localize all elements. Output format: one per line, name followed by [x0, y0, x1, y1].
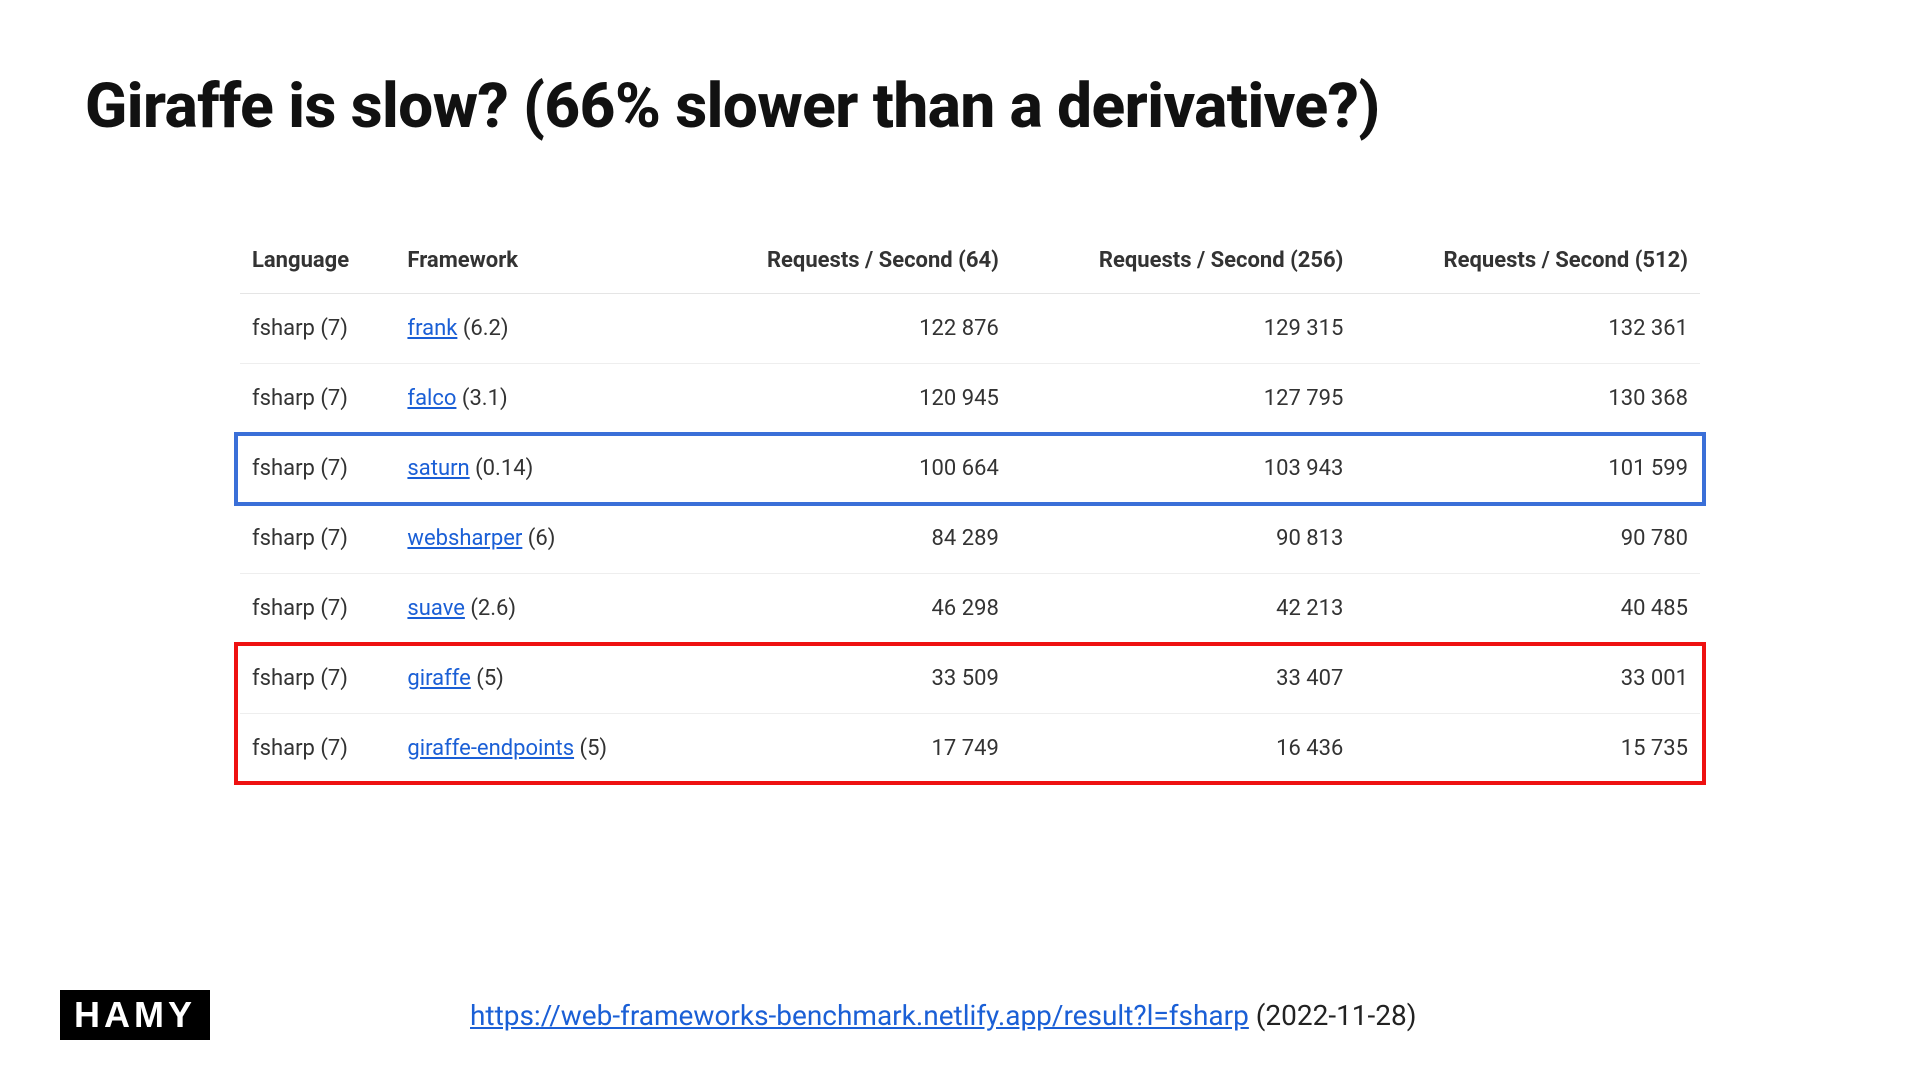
framework-link[interactable]: suave	[407, 596, 464, 621]
framework-link[interactable]: giraffe	[407, 666, 470, 691]
cell-rps512: 33 001	[1355, 644, 1700, 714]
cell-rps256: 33 407	[1011, 644, 1356, 714]
cell-framework: frank (6.2)	[395, 294, 682, 364]
cell-rps512: 15 735	[1355, 714, 1700, 784]
table-row: fsharp (7)frank (6.2)122 876129 315132 3…	[240, 294, 1700, 364]
cell-rps64: 33 509	[682, 644, 1010, 714]
source-date: (2022-11-28)	[1249, 999, 1417, 1032]
cell-framework: giraffe-endpoints (5)	[395, 714, 682, 784]
table-row: fsharp (7)giraffe-endpoints (5)17 74916 …	[240, 714, 1700, 784]
framework-version: (5)	[574, 736, 607, 761]
framework-version: (0.14)	[470, 456, 534, 481]
cell-rps64: 46 298	[682, 574, 1010, 644]
table-header-row: Language Framework Requests / Second (64…	[240, 230, 1700, 294]
slide-title: Giraffe is slow? (66% slower than a deri…	[85, 70, 1380, 143]
table-row: fsharp (7)giraffe (5)33 50933 40733 001	[240, 644, 1700, 714]
framework-version: (6)	[522, 526, 555, 551]
cell-rps512: 101 599	[1355, 434, 1700, 504]
framework-version: (5)	[471, 666, 504, 691]
cell-rps256: 90 813	[1011, 504, 1356, 574]
framework-version: (3.1)	[456, 386, 507, 411]
cell-framework: websharper (6)	[395, 504, 682, 574]
benchmark-table: Language Framework Requests / Second (64…	[240, 230, 1700, 783]
cell-rps256: 129 315	[1011, 294, 1356, 364]
col-framework: Framework	[395, 230, 682, 294]
framework-version: (6.2)	[457, 316, 508, 341]
col-rps256: Requests / Second (256)	[1011, 230, 1356, 294]
cell-rps256: 103 943	[1011, 434, 1356, 504]
cell-rps64: 120 945	[682, 364, 1010, 434]
cell-language: fsharp (7)	[240, 434, 395, 504]
framework-link[interactable]: falco	[407, 386, 456, 411]
table-row: fsharp (7)suave (2.6)46 29842 21340 485	[240, 574, 1700, 644]
cell-language: fsharp (7)	[240, 364, 395, 434]
table-row: fsharp (7)saturn (0.14)100 664103 943101…	[240, 434, 1700, 504]
cell-rps512: 132 361	[1355, 294, 1700, 364]
framework-link[interactable]: websharper	[407, 526, 522, 551]
cell-rps256: 42 213	[1011, 574, 1356, 644]
cell-rps64: 122 876	[682, 294, 1010, 364]
cell-language: fsharp (7)	[240, 644, 395, 714]
cell-rps256: 127 795	[1011, 364, 1356, 434]
cell-framework: falco (3.1)	[395, 364, 682, 434]
source-citation: https://web-frameworks-benchmark.netlify…	[470, 999, 1417, 1032]
table-row: fsharp (7)falco (3.1)120 945127 795130 3…	[240, 364, 1700, 434]
cell-rps512: 90 780	[1355, 504, 1700, 574]
framework-link[interactable]: frank	[407, 316, 457, 341]
hamy-logo: HAMY	[60, 990, 210, 1040]
cell-rps64: 100 664	[682, 434, 1010, 504]
cell-rps64: 17 749	[682, 714, 1010, 784]
cell-framework: saturn (0.14)	[395, 434, 682, 504]
col-rps64: Requests / Second (64)	[682, 230, 1010, 294]
col-rps512: Requests / Second (512)	[1355, 230, 1700, 294]
framework-link[interactable]: giraffe-endpoints	[407, 736, 574, 761]
cell-language: fsharp (7)	[240, 504, 395, 574]
cell-rps512: 130 368	[1355, 364, 1700, 434]
framework-link[interactable]: saturn	[407, 456, 469, 481]
table-row: fsharp (7)websharper (6)84 28990 81390 7…	[240, 504, 1700, 574]
cell-rps512: 40 485	[1355, 574, 1700, 644]
source-link[interactable]: https://web-frameworks-benchmark.netlify…	[470, 999, 1249, 1032]
cell-framework: giraffe (5)	[395, 644, 682, 714]
col-language: Language	[240, 230, 395, 294]
cell-language: fsharp (7)	[240, 294, 395, 364]
cell-language: fsharp (7)	[240, 714, 395, 784]
cell-framework: suave (2.6)	[395, 574, 682, 644]
cell-rps64: 84 289	[682, 504, 1010, 574]
cell-rps256: 16 436	[1011, 714, 1356, 784]
framework-version: (2.6)	[465, 596, 516, 621]
benchmark-table-container: Language Framework Requests / Second (64…	[240, 230, 1700, 783]
cell-language: fsharp (7)	[240, 574, 395, 644]
